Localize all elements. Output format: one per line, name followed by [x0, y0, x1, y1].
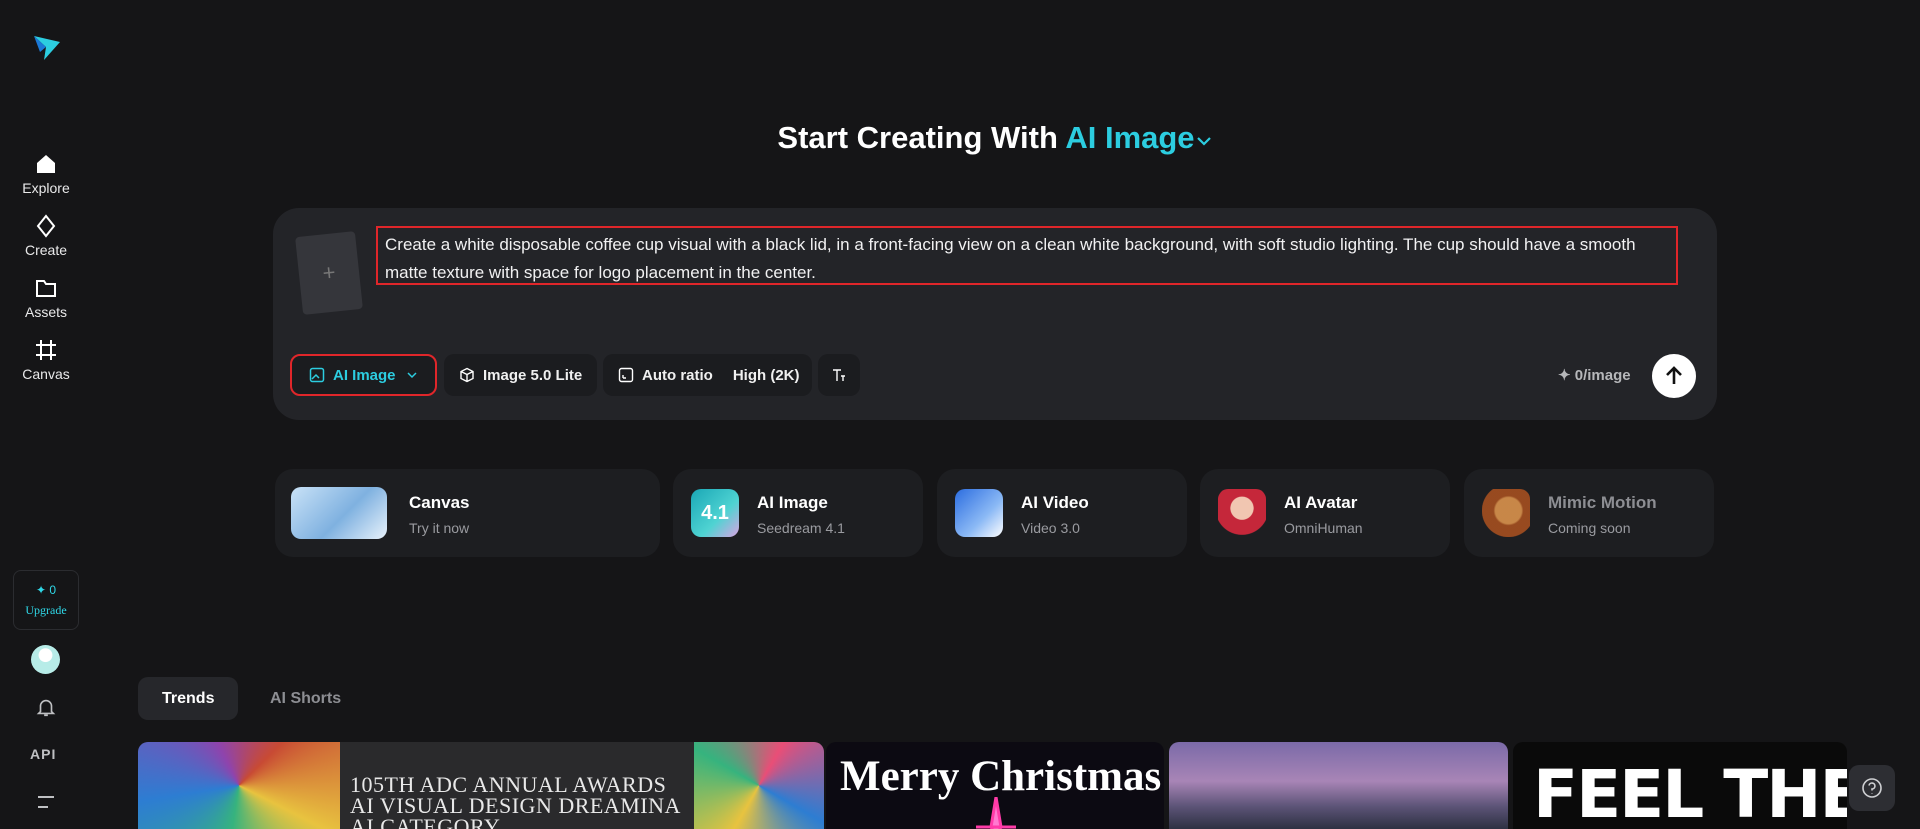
title-prefix: Start Creating With: [777, 120, 1058, 155]
frame-icon: [36, 340, 56, 360]
help-button[interactable]: [1849, 765, 1895, 811]
credit-count: ✦ 0: [35, 582, 57, 597]
mode-dropdown[interactable]: AI Image: [290, 354, 437, 396]
ratio-label: Auto ratio: [642, 366, 713, 384]
question-icon: [1862, 778, 1882, 798]
generate-button[interactable]: [1652, 354, 1696, 398]
text-size-icon: [833, 369, 845, 381]
upgrade-button[interactable]: ✦ 0 Upgrade: [13, 570, 79, 630]
sidebar-item-label: Explore: [22, 180, 70, 196]
title-accent: AI Image: [1065, 120, 1195, 155]
feature-title: Mimic Motion: [1548, 493, 1657, 512]
feature-card-ai-video[interactable]: AI Video Video 3.0: [937, 469, 1187, 557]
prompt-card: + Create a white disposable coffee cup v…: [273, 208, 1717, 420]
upgrade-label: Upgrade: [25, 602, 67, 617]
canvas-thumbnail: [291, 487, 387, 539]
page-title: Start Creating With AI Image: [0, 120, 1920, 156]
tab-ai-shorts[interactable]: AI Shorts: [246, 677, 365, 720]
tab-trends[interactable]: Trends: [138, 677, 239, 720]
sidebar-item-label: Create: [24, 242, 68, 258]
image-spark-icon: [309, 367, 325, 383]
dreamina-logo-icon[interactable]: [30, 30, 62, 62]
gallery-card-text: FEEL THE: [1533, 756, 1847, 829]
ai-image-thumbnail: 4.1: [691, 489, 739, 537]
folder-icon: [36, 280, 56, 297]
sidebar-item-canvas[interactable]: Canvas: [0, 338, 92, 394]
mode-switcher[interactable]: AI Image: [1065, 120, 1212, 155]
sidebar-item-assets[interactable]: Assets: [0, 276, 92, 332]
feature-subtitle: Video 3.0: [1021, 520, 1080, 536]
model-selector[interactable]: Image 5.0 Lite: [444, 354, 597, 396]
feature-title: Canvas: [409, 493, 470, 512]
artwork-image: [694, 742, 824, 829]
cube-icon: [460, 367, 474, 383]
aspect-ratio-icon: [618, 367, 634, 383]
ai-video-thumbnail: [955, 489, 1003, 537]
chevron-down-icon: [1196, 137, 1211, 146]
ratio-quality-selector[interactable]: Auto ratio High (2K): [603, 354, 812, 396]
mode-label: AI Image: [333, 366, 396, 384]
feature-subtitle: OmniHuman: [1284, 520, 1363, 536]
feature-title: AI Video: [1021, 493, 1089, 512]
bell-icon[interactable]: [35, 696, 57, 718]
quality-label: High (2K): [732, 366, 800, 384]
prompt-input[interactable]: Create a white disposable coffee cup vis…: [376, 226, 1678, 285]
menu-icon[interactable]: [36, 794, 56, 810]
feature-card-mimic-motion[interactable]: Mimic Motion Coming soon: [1464, 469, 1714, 557]
avatar[interactable]: [31, 645, 60, 674]
reference-upload-button[interactable]: +: [295, 231, 363, 315]
feature-title: AI Avatar: [1284, 493, 1358, 512]
gallery-card[interactable]: 105TH ADC ANNUAL AWARDS AI VISUAL DESIGN…: [138, 742, 824, 829]
feature-subtitle: Try it now: [409, 520, 470, 536]
sidebar-item-explore[interactable]: Explore: [0, 152, 92, 208]
diamond-icon: [36, 214, 56, 238]
feature-subtitle: Coming soon: [1548, 520, 1631, 536]
ai-avatar-thumbnail: [1218, 489, 1266, 537]
arrow-up-icon: [1666, 366, 1682, 384]
gallery-card[interactable]: FEEL THE: [1513, 742, 1847, 829]
feature-card-canvas[interactable]: Canvas Try it now: [275, 469, 660, 557]
feature-card-ai-image[interactable]: 4.1 AI Image Seedream 4.1: [673, 469, 923, 557]
sidebar-item-label: Canvas: [22, 366, 70, 382]
gallery-card[interactable]: [1169, 742, 1508, 829]
chevron-down-icon: [407, 372, 417, 379]
star-icon: [976, 797, 1016, 829]
feature-subtitle: Seedream 4.1: [757, 520, 845, 536]
sidebar-item-create[interactable]: Create: [0, 214, 92, 270]
gallery-card-text: 105TH ADC ANNUAL AWARDS AI VISUAL DESIGN…: [350, 772, 680, 829]
api-link[interactable]: API: [30, 746, 56, 762]
gallery-card[interactable]: Merry Christmas: [826, 742, 1164, 829]
gallery-card-text: Merry Christmas: [840, 753, 1162, 800]
feature-card-ai-avatar[interactable]: AI Avatar OmniHuman: [1200, 469, 1450, 557]
artwork-image: [138, 742, 340, 829]
plus-icon: +: [321, 259, 337, 286]
sidebar-item-label: Assets: [24, 304, 67, 320]
model-label: Image 5.0 Lite: [483, 366, 583, 384]
feature-title: AI Image: [757, 493, 828, 512]
text-style-button[interactable]: [818, 354, 860, 396]
credit-cost: ✦ 0/image: [1558, 367, 1631, 384]
mimic-motion-thumbnail: [1482, 489, 1530, 537]
